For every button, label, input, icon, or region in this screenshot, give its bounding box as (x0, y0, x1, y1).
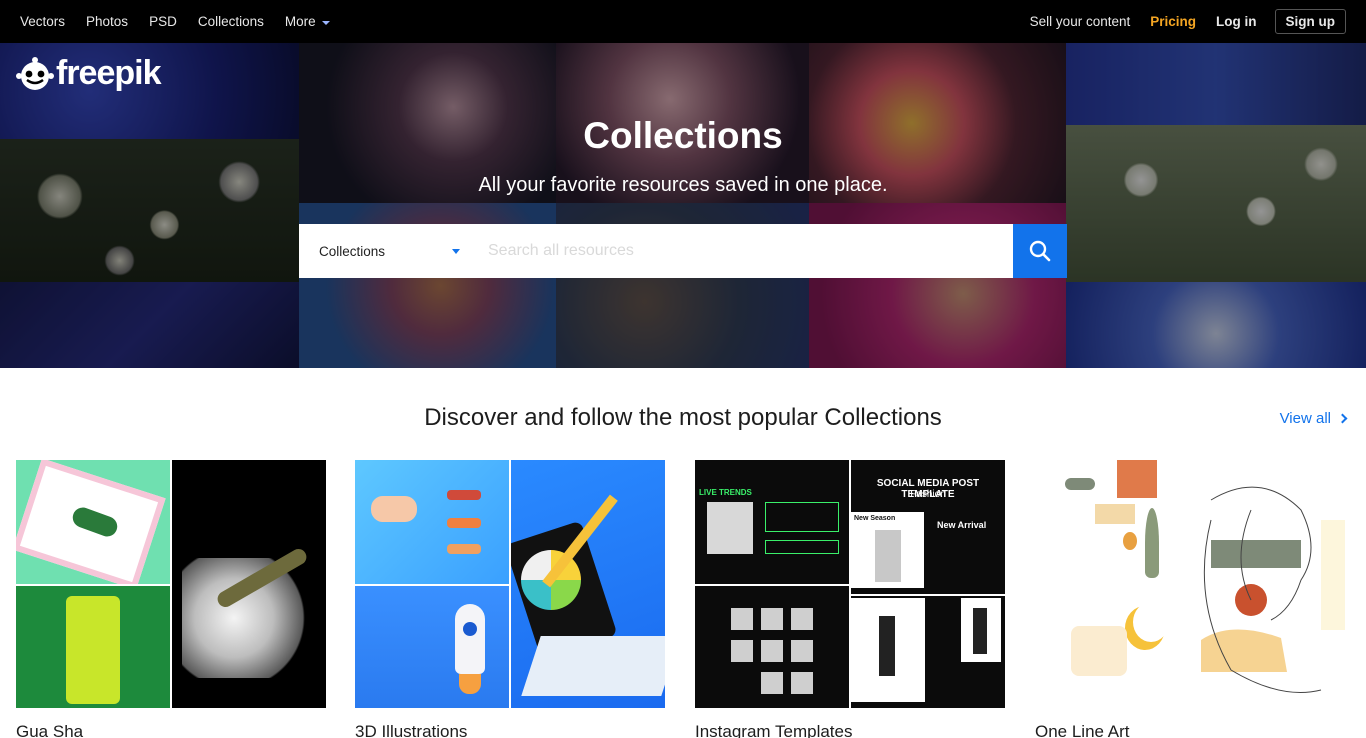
line-art-face (1201, 486, 1345, 693)
nav-photos[interactable]: Photos (86, 14, 128, 29)
thumbnail-image (355, 586, 509, 708)
page-subtitle: All your favorite resources saved in one… (478, 174, 888, 196)
trends-text: LIVE TRENDS (699, 488, 752, 497)
thumbnail-image (1035, 460, 1189, 584)
nav-vectors[interactable]: Vectors (20, 14, 65, 29)
thumbnail-image (1191, 460, 1345, 708)
sell-content-link[interactable]: Sell your content (1030, 14, 1131, 29)
search-button[interactable] (1013, 224, 1067, 278)
thumbnail-image: SOCIAL MEDIA POST TEMPLATE Fashion New S… (851, 460, 1005, 594)
collection-thumbnail (16, 460, 326, 708)
thumbnail-image (511, 460, 665, 708)
nav-psd[interactable]: PSD (149, 14, 177, 29)
search-icon (1029, 240, 1051, 262)
collection-card-gua-sha[interactable]: Gua Sha (16, 460, 326, 738)
thumbnail-image (16, 460, 170, 584)
collection-thumbnail (1035, 460, 1345, 708)
view-all-link[interactable]: View all (1279, 410, 1348, 427)
section-title: Discover and follow the most popular Col… (424, 404, 942, 431)
new-arrival-text: New Arrival (937, 520, 987, 530)
freepik-logo[interactable]: freepik (16, 55, 161, 91)
collection-title: 3D Illustrations (355, 722, 468, 738)
chevron-down-icon (452, 248, 460, 254)
thumbnail-image (172, 460, 326, 708)
new-season-text: New Season (854, 515, 896, 522)
thumbnail-image (355, 460, 509, 584)
freepik-logo-text: freepik (56, 54, 161, 92)
nav-right: Sell your content Pricing Log in Sign up (1010, 9, 1346, 34)
search-type-label: Collections (319, 243, 386, 259)
collection-thumbnail (355, 460, 665, 708)
hero-overlay (0, 43, 1366, 368)
instagram-subtitle-text: Fashion (910, 489, 946, 500)
thumbnail-image (1035, 586, 1189, 708)
login-link[interactable]: Log in (1216, 14, 1257, 29)
search-bar: Collections (299, 224, 1067, 278)
collection-title: One Line Art (1035, 722, 1130, 738)
collection-title: Instagram Templates (695, 722, 853, 738)
chevron-right-icon (1337, 413, 1348, 424)
signup-button[interactable]: Sign up (1274, 9, 1346, 34)
thumbnail-image (16, 586, 170, 708)
nav-more-label: More (284, 14, 316, 29)
thumbnail-image: LIVE TRENDS (695, 460, 849, 584)
freepik-logo-icon (16, 55, 54, 91)
page-title: Collections (583, 115, 783, 156)
collection-card-instagram-templates[interactable]: LIVE TRENDS SOCIAL MEDIA POST TEMPLATE F… (695, 460, 1005, 738)
thumbnail-image (695, 586, 849, 708)
collection-card-one-line-art[interactable]: One Line Art (1035, 460, 1345, 738)
search-input[interactable] (474, 224, 1013, 278)
collection-title: Gua Sha (16, 722, 84, 738)
pricing-link[interactable]: Pricing (1150, 14, 1196, 29)
collection-card-3d-illustrations[interactable]: 3D Illustrations (355, 460, 665, 738)
thumbnail-image (851, 596, 1005, 708)
nav-collections[interactable]: Collections (198, 14, 264, 29)
collection-thumbnail: LIVE TRENDS SOCIAL MEDIA POST TEMPLATE F… (695, 460, 1005, 708)
nav-left: Vectors Photos PSD Collections More (20, 14, 351, 29)
top-navigation: Vectors Photos PSD Collections More Sell… (0, 0, 1366, 43)
search-type-select[interactable]: Collections (299, 224, 474, 278)
chevron-down-icon (321, 20, 330, 25)
hero-banner: freepik Collections All your favorite re… (0, 43, 1366, 368)
view-all-label: View all (1279, 410, 1331, 427)
nav-more[interactable]: More (285, 14, 330, 29)
